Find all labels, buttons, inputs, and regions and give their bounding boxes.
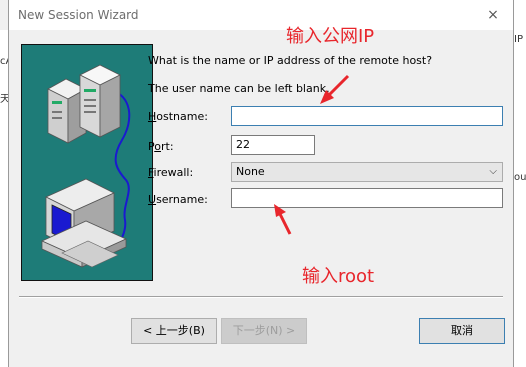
- annotation-arrows: [274, 74, 350, 235]
- arrow-icon: [274, 204, 292, 235]
- arrow-icon: [320, 74, 350, 104]
